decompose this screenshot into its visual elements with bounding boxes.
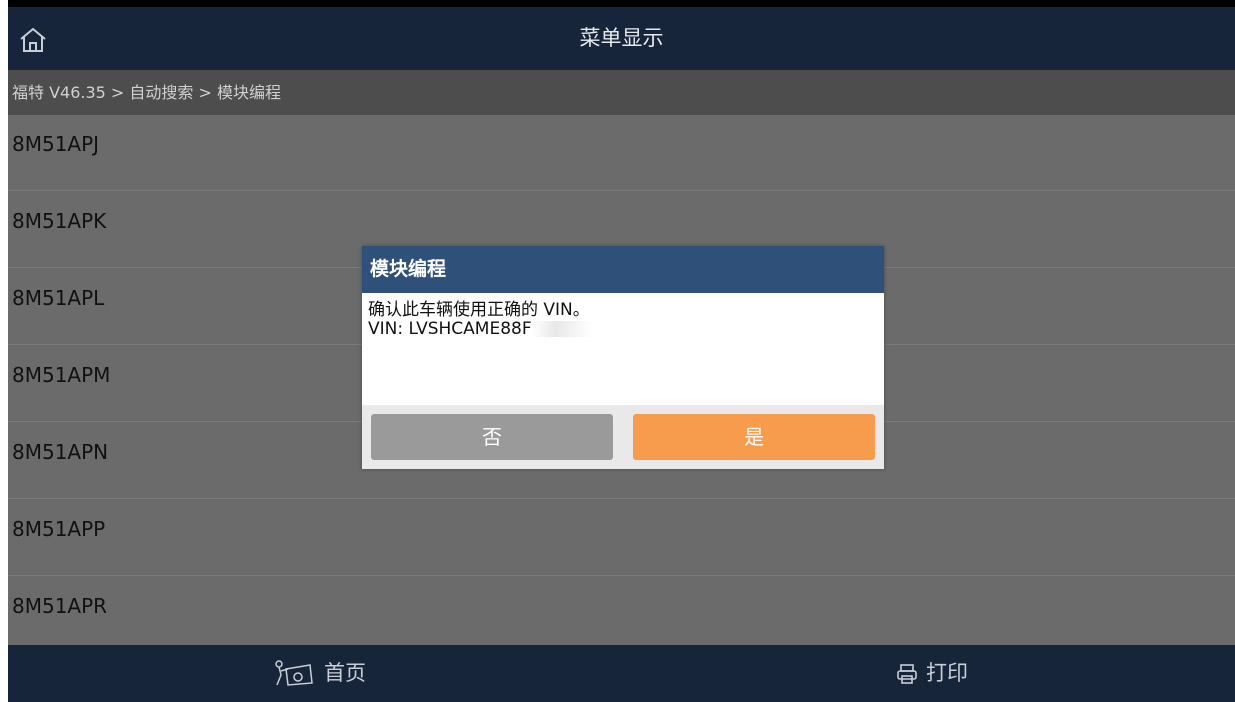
vin-line: VIN: LVSHCAME88F (368, 320, 878, 339)
dialog-title: 模块编程 (362, 246, 884, 293)
car-mechanic-icon (275, 659, 313, 686)
menu-item-label: 8M51APN (12, 440, 109, 464)
vin-value: VIN: LVSHCAME88F (368, 319, 532, 339)
vin-redaction (531, 321, 592, 337)
menu-item[interactable]: 8M51APJ (8, 115, 1235, 191)
menu-item[interactable]: 8M51APR (8, 577, 1235, 653)
breadcrumb: 福特 V46.35 > 自动搜索 > 模块编程 (8, 70, 1235, 115)
menu-item[interactable]: 8M51APP (8, 500, 1235, 576)
confirm-dialog: 模块编程 确认此车辆使用正确的 VIN。 VIN: LVSHCAME88F 否 … (362, 246, 884, 469)
menu-item-label: 8M51APP (12, 517, 106, 541)
menu-item-label: 8M51APK (12, 209, 107, 233)
dialog-body: 确认此车辆使用正确的 VIN。 VIN: LVSHCAME88F (362, 293, 884, 405)
print-button[interactable]: 打印 (896, 645, 968, 702)
home-button[interactable]: 首页 (272, 645, 366, 702)
home-button-label: 首页 (324, 661, 366, 685)
menu-item-label: 8M51APL (12, 286, 105, 310)
print-button-label: 打印 (926, 661, 968, 685)
title-bar: 菜单显示 (8, 7, 1235, 70)
home-icon[interactable] (18, 25, 48, 55)
yes-button[interactable]: 是 (633, 414, 875, 460)
no-button[interactable]: 否 (371, 414, 613, 460)
top-border (8, 0, 1235, 7)
dialog-message: 确认此车辆使用正确的 VIN。 (368, 300, 590, 320)
menu-item-label: 8M51APM (12, 363, 111, 387)
menu-item-label: 8M51APJ (12, 132, 100, 156)
menu-item-label: 8M51APR (12, 594, 108, 618)
page-title: 菜单显示 (579, 26, 664, 50)
printer-icon (897, 663, 917, 684)
dialog-footer: 否 是 (362, 405, 884, 469)
bottom-bar: 首页 打印 (8, 645, 1235, 702)
